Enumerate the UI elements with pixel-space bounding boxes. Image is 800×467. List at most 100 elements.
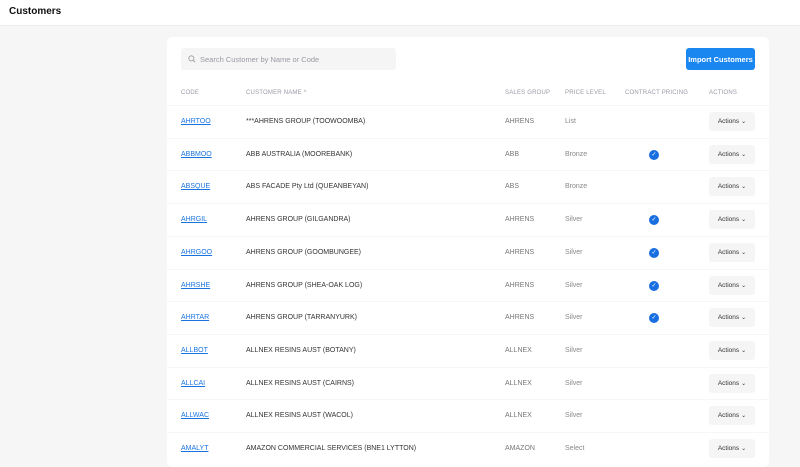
actions-label: Actions bbox=[717, 183, 740, 191]
customer-name: ABB AUSTRALIA (MOOREBANK) bbox=[246, 150, 353, 158]
price-level: Silver bbox=[565, 248, 583, 256]
actions-dropdown-button[interactable]: Actions ⌄ bbox=[709, 439, 755, 458]
price-level: List bbox=[565, 118, 576, 125]
actions-label: Actions bbox=[717, 379, 740, 387]
customer-name: AHRENS GROUP (TARRANYURK) bbox=[246, 314, 357, 322]
check-circle-icon: ✓ bbox=[649, 215, 659, 226]
table-row: ALLCAI ALLNEX RESINS AUST (CAIRNS) ALLNE… bbox=[167, 366, 769, 400]
sales-group: ALLNEX bbox=[505, 346, 532, 354]
customer-code-link[interactable]: AHRSHE bbox=[181, 282, 210, 289]
price-level: Bronze bbox=[565, 183, 588, 191]
customer-name: ALLNEX RESINS AUST (BOTANY) bbox=[246, 346, 356, 354]
sales-group: ABS bbox=[505, 183, 520, 191]
chevron-down-icon: ⌄ bbox=[741, 249, 747, 256]
price-level: Select bbox=[565, 445, 585, 452]
chevron-down-icon: ⌄ bbox=[741, 119, 747, 125]
customer-name: AHRENS GROUP (GOOMBUNGEE) bbox=[246, 248, 361, 256]
price-level: Silver bbox=[565, 281, 583, 289]
check-circle-icon: ✓ bbox=[649, 247, 659, 258]
sales-group: AHRENS bbox=[505, 216, 535, 224]
import-customers-button[interactable]: Import Customers bbox=[686, 48, 755, 70]
customer-name: AHRENS GROUP (GILGANDRA) bbox=[246, 216, 351, 224]
actions-label: Actions bbox=[717, 281, 740, 289]
actions-label: Actions bbox=[717, 346, 740, 354]
table-row: AHRTAR AHRENS GROUP (TARRANYURK) AHRENS … bbox=[167, 301, 769, 334]
actions-dropdown-button[interactable]: Actions ⌄ bbox=[709, 308, 755, 328]
column-header-code[interactable]: CODE bbox=[181, 90, 199, 96]
actions-label: Actions bbox=[717, 445, 740, 452]
chevron-down-icon: ⌄ bbox=[741, 446, 747, 452]
actions-label: Actions bbox=[717, 248, 740, 256]
column-header-customer-name[interactable]: CUSTOMER NAME ^ bbox=[246, 90, 307, 96]
actions-dropdown-button[interactable]: Actions ⌄ bbox=[709, 275, 755, 295]
actions-dropdown-button[interactable]: Actions ⌄ bbox=[709, 242, 755, 262]
customer-code-link[interactable]: AHRTAR bbox=[181, 314, 209, 321]
customer-code-link[interactable]: ABBMOO bbox=[181, 151, 212, 158]
actions-dropdown-button[interactable]: Actions ⌄ bbox=[709, 112, 755, 131]
top-bar: Customers bbox=[0, 0, 800, 26]
actions-dropdown-button[interactable]: Actions ⌄ bbox=[709, 177, 755, 197]
actions-label: Actions bbox=[717, 216, 740, 224]
sales-group: ALLNEX bbox=[505, 412, 532, 420]
sales-group: ABB bbox=[505, 150, 520, 158]
customer-name: ABS FACADE Pty Ltd (QUEANBEYAN) bbox=[246, 183, 369, 191]
customer-code-link[interactable]: AMALYT bbox=[181, 445, 209, 452]
table-row: AHRGIL AHRENS GROUP (GILGANDRA) AHRENS S… bbox=[167, 203, 769, 236]
sales-group: AHRENS bbox=[505, 248, 535, 256]
chevron-down-icon: ⌄ bbox=[741, 282, 747, 289]
page-title: Customers bbox=[9, 6, 62, 17]
customer-name: AMAZON COMMERCIAL SERVICES (BNE1 LYTTON) bbox=[246, 445, 417, 452]
chevron-down-icon: ⌄ bbox=[741, 413, 747, 420]
sales-group: AMAZON bbox=[505, 445, 535, 452]
check-circle-icon: ✓ bbox=[649, 313, 659, 324]
actions-label: Actions bbox=[717, 150, 740, 158]
customer-code-link[interactable]: ALLBOT bbox=[181, 347, 208, 354]
column-label: CUSTOMER NAME bbox=[246, 90, 302, 96]
column-header-actions: ACTIONS bbox=[709, 90, 738, 96]
search-box[interactable] bbox=[181, 48, 396, 70]
table-row: ALLBOT ALLNEX RESINS AUST (BOTANY) ALLNE… bbox=[167, 333, 769, 367]
table-row: ALLWAC ALLNEX RESINS AUST (WACOL) ALLNEX… bbox=[167, 399, 769, 432]
actions-label: Actions bbox=[717, 118, 740, 125]
sales-group: AHRENS bbox=[505, 118, 535, 125]
customer-code-link[interactable]: ALLCAI bbox=[181, 380, 205, 387]
check-circle-icon: ✓ bbox=[649, 280, 659, 291]
actions-dropdown-button[interactable]: Actions ⌄ bbox=[709, 144, 755, 164]
customer-name: ALLNEX RESINS AUST (CAIRNS) bbox=[246, 379, 355, 387]
price-level: Silver bbox=[565, 379, 583, 387]
price-level: Silver bbox=[565, 346, 583, 354]
actions-dropdown-button[interactable]: Actions ⌄ bbox=[709, 373, 755, 393]
actions-dropdown-button[interactable]: Actions ⌄ bbox=[709, 406, 755, 426]
sales-group: AHRENS bbox=[505, 281, 535, 289]
table-row: AMALYT AMAZON COMMERCIAL SERVICES (BNE1 … bbox=[167, 432, 769, 465]
table-row: AHRTOO ***AHRENS GROUP (TOOWOOMBA) AHREN… bbox=[167, 105, 769, 138]
price-level: Silver bbox=[565, 216, 583, 224]
customer-code-link[interactable]: ABSQUE bbox=[181, 183, 210, 190]
price-level: Silver bbox=[565, 314, 583, 322]
search-input[interactable] bbox=[200, 54, 390, 64]
chevron-down-icon: ⌄ bbox=[741, 380, 747, 387]
chevron-down-icon: ⌄ bbox=[741, 184, 747, 191]
customer-code-link[interactable]: AHRGIL bbox=[181, 216, 207, 223]
customer-name: ALLNEX RESINS AUST (WACOL) bbox=[246, 412, 353, 420]
table-row: AHRGOO AHRENS GROUP (GOOMBUNGEE) AHRENS … bbox=[167, 235, 769, 269]
column-header-sales-group[interactable]: SALES GROUP bbox=[505, 90, 550, 96]
column-header-price-level[interactable]: PRICE LEVEL bbox=[565, 90, 606, 96]
sales-group: ALLNEX bbox=[505, 379, 532, 387]
price-level: Silver bbox=[565, 412, 583, 420]
chevron-down-icon: ⌄ bbox=[741, 151, 747, 158]
table-row: ABSQUE ABS FACADE Pty Ltd (QUEANBEYAN) A… bbox=[167, 170, 769, 203]
customer-code-link[interactable]: ALLWAC bbox=[181, 412, 209, 419]
table-row: AHRSHE AHRENS GROUP (SHEA-OAK LOG) AHREN… bbox=[167, 268, 769, 302]
customer-name: ***AHRENS GROUP (TOOWOOMBA) bbox=[246, 118, 366, 125]
customer-name: AHRENS GROUP (SHEA-OAK LOG) bbox=[246, 281, 363, 289]
customers-card: Import Customers CODE CUSTOMER NAME ^ SA… bbox=[167, 37, 769, 467]
search-icon bbox=[188, 55, 196, 63]
sort-ascending-icon: ^ bbox=[303, 90, 307, 96]
customer-code-link[interactable]: AHRTOO bbox=[181, 118, 211, 125]
check-circle-icon: ✓ bbox=[649, 149, 659, 160]
actions-dropdown-button[interactable]: Actions ⌄ bbox=[709, 340, 755, 360]
column-header-contract-pricing[interactable]: CONTRACT PRICING bbox=[625, 90, 688, 96]
customer-code-link[interactable]: AHRGOO bbox=[181, 249, 212, 256]
actions-dropdown-button[interactable]: Actions ⌄ bbox=[709, 210, 755, 230]
